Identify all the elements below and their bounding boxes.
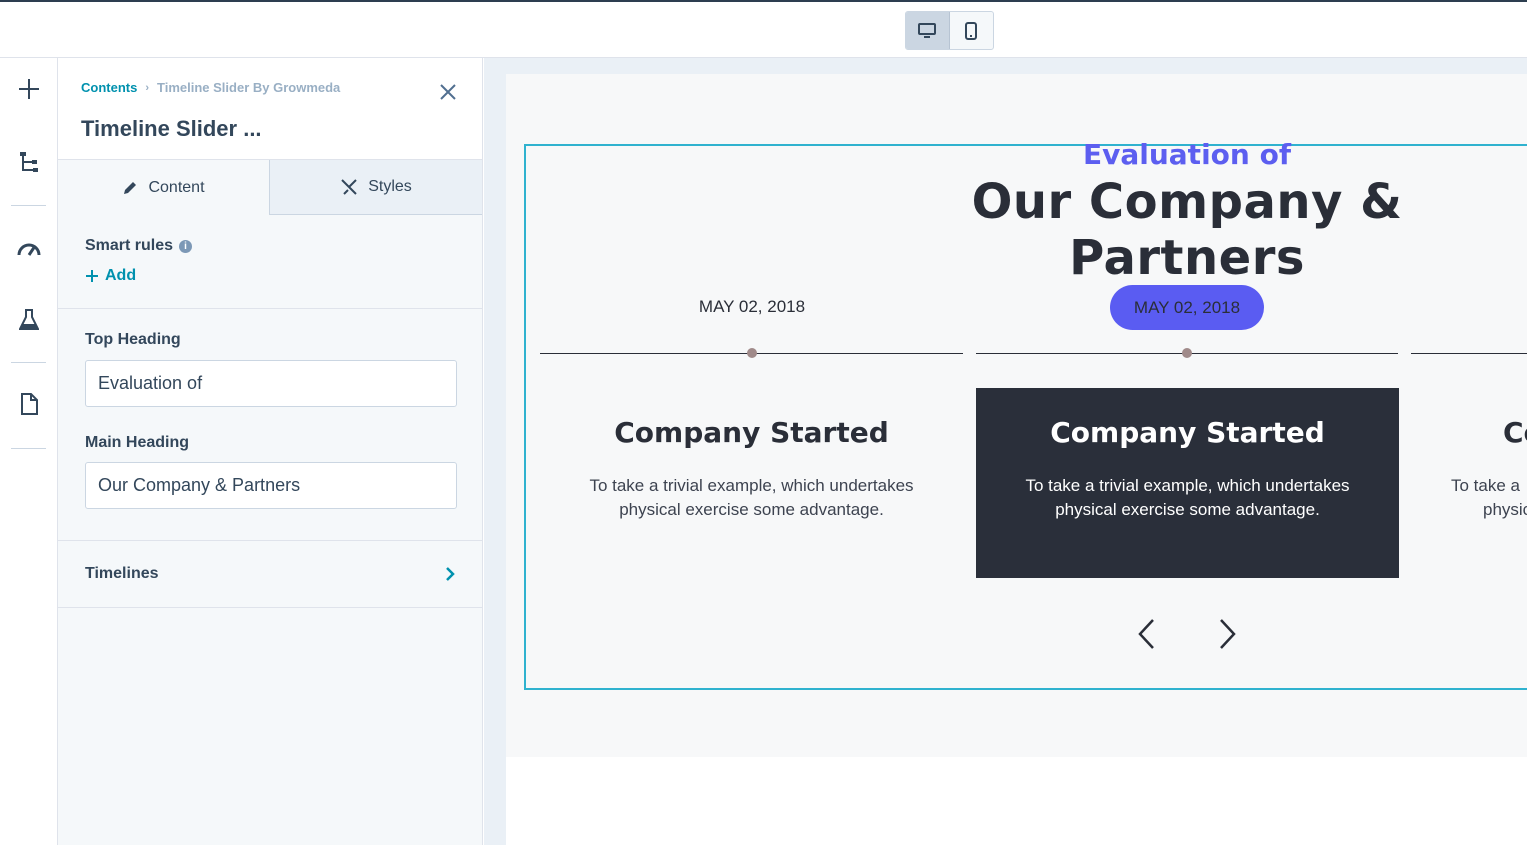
add-button[interactable] <box>15 75 43 103</box>
chevron-right-icon: › <box>145 81 150 94</box>
timelines-row[interactable]: Timelines <box>58 541 482 608</box>
info-icon[interactable]: i <box>179 239 193 253</box>
slide-date-active: MAY 02, 2018 <box>1110 285 1264 330</box>
tab-content[interactable]: Content <box>58 160 270 215</box>
page-icon <box>21 393 38 415</box>
card-title: Company Started <box>1050 416 1325 449</box>
next-slide-button[interactable] <box>1212 616 1242 652</box>
card-text: To take a trivial example, which underta… <box>589 476 914 519</box>
mobile-icon <box>965 21 978 40</box>
module-editor-panel: Contents › Timeline Slider By Growmeda T… <box>58 58 483 845</box>
layers-button[interactable] <box>15 148 43 176</box>
timeline-dot <box>1182 348 1192 358</box>
desktop-icon <box>918 22 937 38</box>
flask-icon <box>19 309 39 330</box>
tree-icon <box>20 152 38 172</box>
add-smart-rule-button[interactable]: Add <box>85 267 136 285</box>
timeline-dot <box>747 348 757 358</box>
speedometer-icon <box>17 243 41 256</box>
rail-divider <box>11 362 46 363</box>
left-rail <box>0 58 58 845</box>
tab-styles-label: Styles <box>368 178 412 195</box>
heading-fields-section: Top Heading Main Heading <box>58 309 482 541</box>
preview-top-heading: Evaluation of <box>1082 138 1292 171</box>
timeline-card-active: Company Started To take a trivial exampl… <box>976 388 1399 578</box>
breadcrumb-contents-link[interactable]: Contents <box>81 80 137 95</box>
prev-slide-button[interactable] <box>1132 616 1162 652</box>
panel-header: Contents › Timeline Slider By Growmeda T… <box>58 58 482 160</box>
top-toolbar <box>0 0 1527 58</box>
rail-divider <box>11 448 46 449</box>
card-text: physic <box>1483 500 1527 519</box>
panel-title: Timeline Slider ... <box>81 116 262 141</box>
card-title: Company Started <box>614 416 889 449</box>
add-label: Add <box>105 267 137 284</box>
smart-rules-heading: Smart rules i <box>85 237 193 255</box>
timeline-line <box>1411 353 1527 354</box>
chevron-right-icon <box>1220 619 1236 649</box>
slide-date: MAY 02, 2018 <box>698 297 806 316</box>
pencil-icon <box>124 181 137 194</box>
panel-tabs: Content Styles <box>58 160 482 215</box>
timeline-card-partial: Co To take a physic <box>1411 388 1527 578</box>
brush-icon <box>341 179 357 195</box>
top-heading-input[interactable] <box>85 360 457 407</box>
plus-icon <box>19 79 39 99</box>
plus-icon <box>86 270 98 282</box>
timelines-label: Timelines <box>85 565 159 582</box>
card-text: To take a trivial example, which underta… <box>1025 476 1350 519</box>
top-heading-label: Top Heading <box>85 331 181 348</box>
breadcrumb: Contents › Timeline Slider By Growmeda <box>81 80 340 95</box>
mobile-view-button[interactable] <box>950 12 994 49</box>
main-heading-label: Main Heading <box>85 434 190 451</box>
timeline-card: Company Started To take a trivial exampl… <box>540 388 963 578</box>
smart-rules-section: Smart rules i Add <box>58 215 482 309</box>
test-button[interactable] <box>15 306 43 334</box>
main-heading-input[interactable] <box>85 462 457 509</box>
preview-main-heading: Our Company & Partners <box>971 174 1403 286</box>
smart-rules-label: Smart rules <box>85 237 174 254</box>
device-toggle <box>905 11 994 50</box>
rail-divider <box>11 205 46 206</box>
close-icon <box>440 84 456 100</box>
close-button[interactable] <box>438 82 458 102</box>
tab-styles[interactable]: Styles <box>270 160 482 215</box>
page-settings-button[interactable] <box>15 390 43 418</box>
chevron-left-icon <box>1138 619 1154 649</box>
desktop-view-button[interactable] <box>906 12 950 49</box>
tab-content-label: Content <box>148 178 205 196</box>
card-text: To take a <box>1451 476 1520 495</box>
breadcrumb-current: Timeline Slider By Growmeda <box>157 80 341 95</box>
performance-button[interactable] <box>15 234 43 262</box>
card-title: Co <box>1503 416 1527 449</box>
chevron-right-icon <box>446 567 455 581</box>
